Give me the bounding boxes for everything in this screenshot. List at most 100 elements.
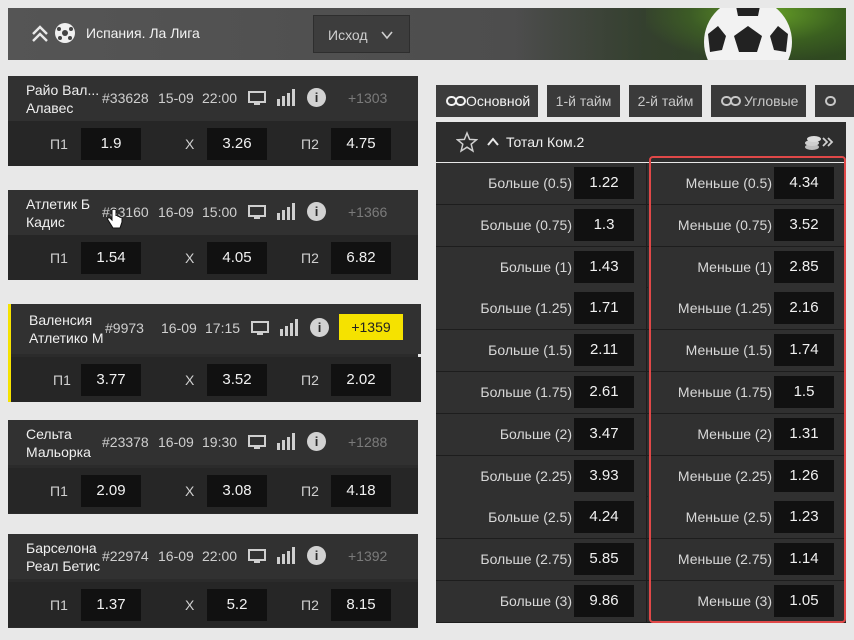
over-cell[interactable]: Больше (2.25) 3.93: [436, 455, 647, 497]
over-odd-button[interactable]: 1.22: [574, 167, 634, 199]
chevron-up-icon[interactable]: [486, 135, 500, 149]
bar-chart-icon[interactable]: [276, 89, 296, 106]
match-card[interactable]: Сельта Мальорка #23378 16-09 19:30 i +12…: [8, 420, 418, 514]
match-card-selected[interactable]: Валенсия Атлетико М #9973 16-09 17:15 i …: [8, 304, 421, 402]
more-markets-link[interactable]: +1366: [348, 204, 387, 220]
over-odd-button[interactable]: 3.93: [574, 459, 634, 492]
over-odd-button[interactable]: 2.11: [574, 334, 634, 367]
tv-icon[interactable]: [248, 435, 266, 450]
over-cell[interactable]: Больше (1.75) 2.61: [436, 371, 647, 413]
over-odd-button[interactable]: 4.24: [574, 501, 634, 534]
match-card[interactable]: Барселона Реал Бетис #22974 16-09 22:00 …: [8, 534, 418, 628]
odd-x-button[interactable]: 5.2: [207, 589, 267, 621]
tab-second-half[interactable]: 2-й тайм: [629, 85, 702, 117]
odd-p1-button[interactable]: 1.54: [81, 242, 141, 274]
under-cell[interactable]: Меньше (1) 2.85: [648, 246, 846, 288]
over-cell[interactable]: Больше (2.5) 4.24: [436, 497, 647, 539]
tv-icon[interactable]: [251, 321, 269, 336]
match-card[interactable]: Атлетик Б Кадис #33160 16-09 15:00 i +13…: [8, 190, 418, 280]
info-icon[interactable]: i: [310, 318, 329, 337]
tab-main[interactable]: Основной: [436, 85, 538, 117]
over-cell[interactable]: Больше (1) 1.43: [436, 246, 647, 288]
tv-icon[interactable]: [248, 91, 266, 106]
under-odd-button[interactable]: 3.52: [774, 208, 834, 241]
over-cell[interactable]: Больше (0.75) 1.3: [436, 204, 647, 246]
info-icon[interactable]: i: [307, 202, 326, 221]
under-cell[interactable]: Меньше (0.5) 4.34: [648, 163, 846, 204]
over-cell[interactable]: Больше (1.5) 2.11: [436, 330, 647, 372]
odd-p2-button[interactable]: 4.75: [331, 128, 391, 160]
more-markets-link[interactable]: +1392: [348, 548, 387, 564]
over-odd-button[interactable]: 3.47: [574, 417, 634, 450]
over-cell[interactable]: Больше (3) 9.86: [436, 580, 647, 622]
tv-icon[interactable]: [248, 205, 266, 220]
match-teams[interactable]: Атлетик Б Кадис: [26, 195, 90, 231]
match-teams[interactable]: Валенсия Атлетико М: [29, 311, 103, 347]
under-odd-button[interactable]: 1.31: [774, 417, 834, 450]
under-odd-button[interactable]: 1.05: [774, 584, 834, 617]
odd-p2-button[interactable]: 2.02: [331, 364, 391, 396]
bar-chart-icon[interactable]: [276, 547, 296, 564]
over-cell[interactable]: Больше (2) 3.47: [436, 413, 647, 455]
over-odd-button[interactable]: 1.43: [574, 250, 634, 283]
tab-first-half[interactable]: 1-й тайм: [547, 85, 620, 117]
odd-x-button[interactable]: 4.05: [207, 242, 267, 274]
bar-chart-icon[interactable]: [279, 319, 299, 336]
collapse-icon[interactable]: [30, 24, 50, 44]
under-cell[interactable]: Меньше (1.75) 1.5: [648, 371, 846, 413]
match-teams[interactable]: Барселона Реал Бетис: [26, 539, 100, 575]
bar-chart-icon[interactable]: [276, 203, 296, 220]
over-cell[interactable]: Больше (2.75) 5.85: [436, 539, 647, 581]
odd-p1-button[interactable]: 3.77: [81, 364, 141, 396]
under-odd-button[interactable]: 4.34: [774, 167, 834, 199]
under-odd-button[interactable]: 1.23: [774, 501, 834, 534]
odd-x-button[interactable]: 3.52: [207, 364, 267, 396]
under-odd-button[interactable]: 2.16: [774, 292, 834, 325]
under-cell[interactable]: Меньше (3) 1.05: [648, 580, 846, 622]
odd-p2-button[interactable]: 6.82: [331, 242, 391, 274]
odd-p2-button[interactable]: 8.15: [331, 589, 391, 621]
info-icon[interactable]: i: [307, 432, 326, 451]
under-odd-button[interactable]: 1.26: [774, 459, 834, 492]
tv-icon[interactable]: [248, 549, 266, 564]
more-markets-link[interactable]: +1288: [348, 434, 387, 450]
under-odd-button[interactable]: 1.5: [774, 375, 834, 408]
under-cell[interactable]: Меньше (1.25) 2.16: [648, 288, 846, 330]
over-odd-button[interactable]: 2.61: [574, 375, 634, 408]
bar-chart-icon[interactable]: [276, 433, 296, 450]
over-odd-button[interactable]: 5.85: [574, 543, 634, 576]
info-icon[interactable]: i: [307, 546, 326, 565]
over-odd-button[interactable]: 1.3: [574, 208, 634, 241]
match-teams[interactable]: Райо Вал... Алавес: [26, 81, 99, 117]
market-select[interactable]: Исход: [313, 15, 410, 53]
over-odd-button[interactable]: 9.86: [574, 584, 634, 617]
under-cell[interactable]: Меньше (0.75) 3.52: [648, 204, 846, 246]
over-odd-button[interactable]: 1.71: [574, 292, 634, 325]
under-cell[interactable]: Меньше (1.5) 1.74: [648, 330, 846, 372]
link-icon: [825, 96, 836, 106]
under-cell[interactable]: Меньше (2.5) 1.23: [648, 497, 846, 539]
match-teams[interactable]: Сельта Мальорка: [26, 425, 91, 461]
under-cell[interactable]: Меньше (2) 1.31: [648, 413, 846, 455]
tab-corners[interactable]: Угловые: [711, 85, 806, 117]
tab-more[interactable]: [815, 85, 854, 117]
under-odd-button[interactable]: 2.85: [774, 250, 834, 283]
over-cell[interactable]: Больше (0.5) 1.22: [436, 163, 647, 204]
under-cell[interactable]: Меньше (2.25) 1.26: [648, 455, 846, 497]
odd-x-button[interactable]: 3.08: [207, 475, 267, 507]
odd-x-button[interactable]: 3.26: [207, 128, 267, 160]
more-markets-link[interactable]: +1303: [348, 90, 387, 106]
odd-p1-button[interactable]: 1.37: [81, 589, 141, 621]
over-cell[interactable]: Больше (1.25) 1.71: [436, 288, 647, 330]
under-odd-button[interactable]: 1.14: [774, 543, 834, 576]
more-markets-button[interactable]: +1359: [339, 314, 403, 340]
info-icon[interactable]: i: [307, 88, 326, 107]
odd-p2-button[interactable]: 4.18: [331, 475, 391, 507]
coins-icon[interactable]: [804, 132, 834, 152]
odd-p1-button[interactable]: 1.9: [81, 128, 141, 160]
under-cell[interactable]: Меньше (2.75) 1.14: [648, 539, 846, 581]
odd-p1-button[interactable]: 2.09: [81, 475, 141, 507]
under-odd-button[interactable]: 1.74: [774, 334, 834, 367]
match-card[interactable]: Райо Вал... Алавес #33628 15-09 22:00 i …: [8, 76, 418, 166]
star-icon[interactable]: [456, 131, 478, 153]
